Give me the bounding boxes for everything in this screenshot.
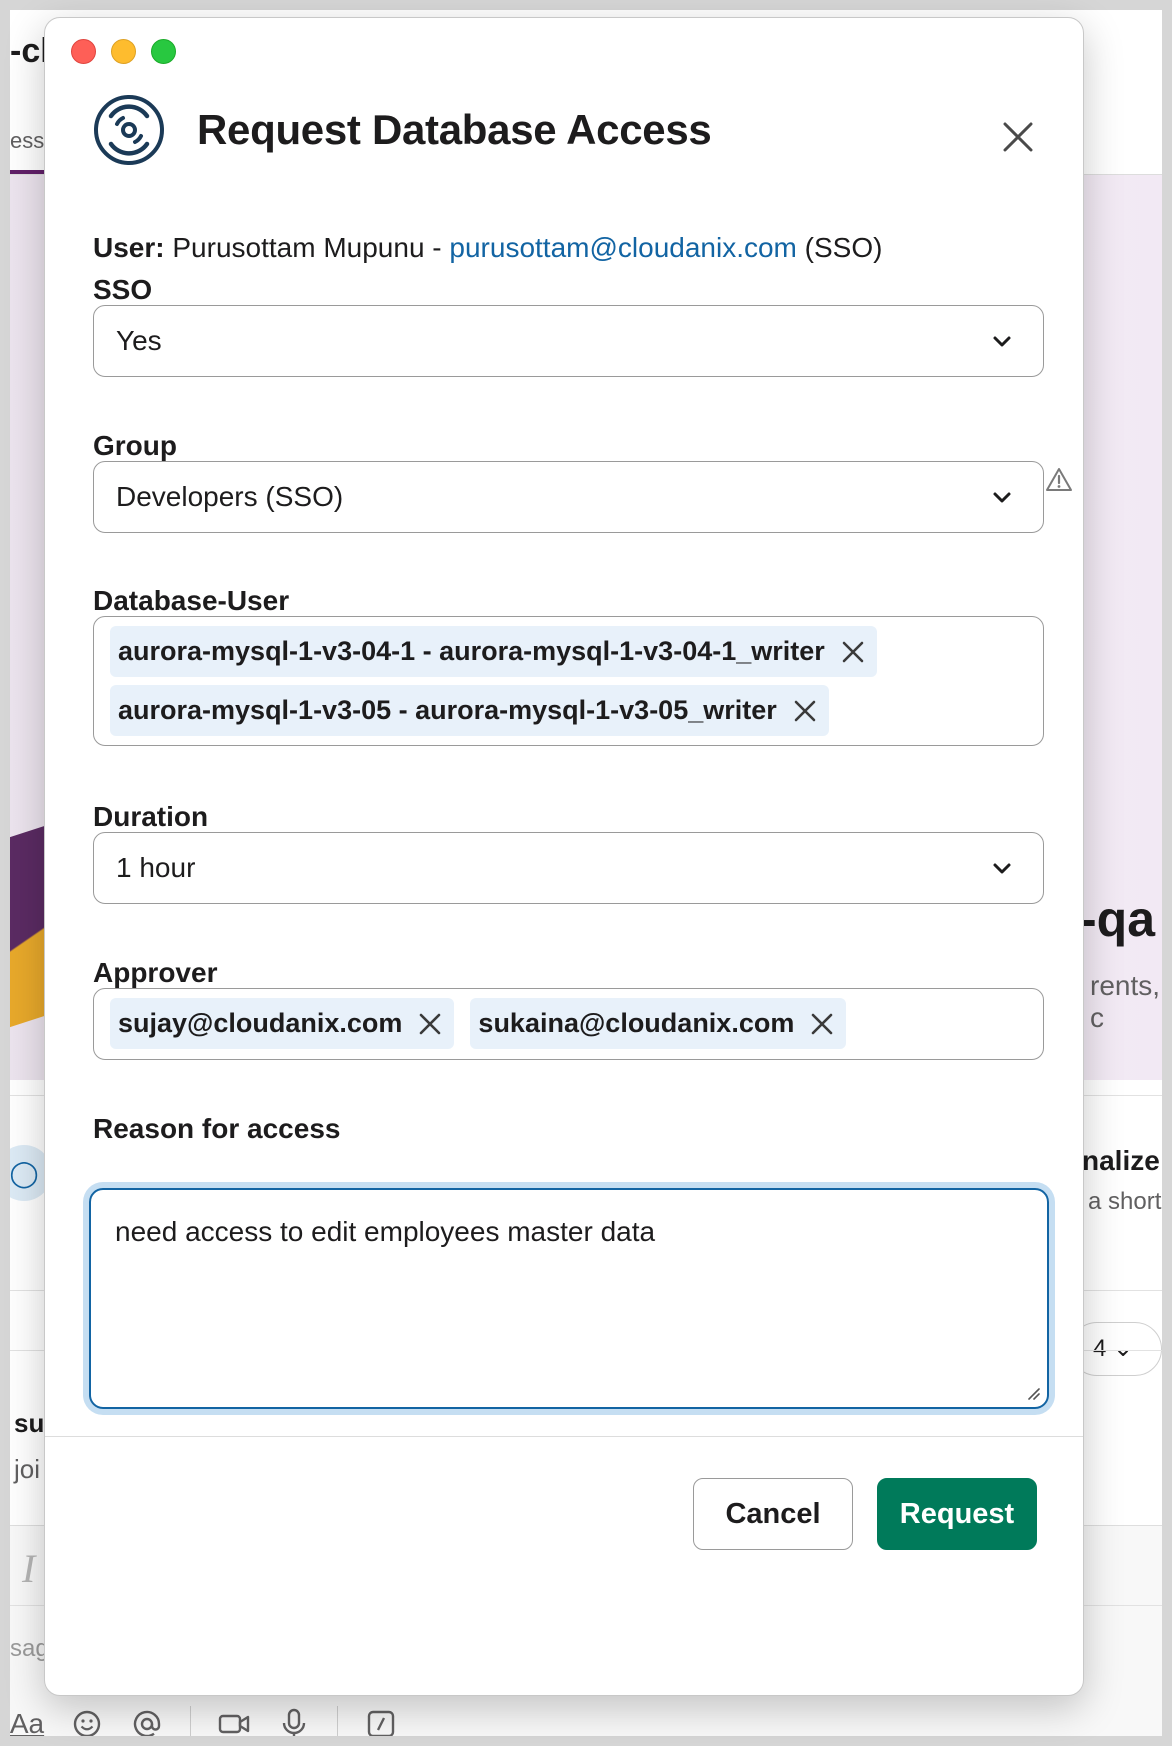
duration-selected-value: 1 hour (116, 852, 196, 883)
selected-chip: aurora-mysql-1-v3-05 - aurora-mysql-1-v3… (110, 685, 829, 736)
request-button[interactable]: Request (877, 1478, 1037, 1550)
selected-chip: sukaina@cloudanix.com (470, 998, 847, 1049)
channel-heading: -qa (1080, 891, 1155, 947)
close-modal-button[interactable] (993, 112, 1043, 162)
user-info: User: Purusottam Mupunu - purusottam@clo… (93, 232, 882, 264)
sso-label: SSO (93, 274, 153, 305)
duration-label: Duration (93, 801, 209, 832)
video-icon[interactable] (217, 1707, 251, 1736)
request-access-modal: Request Database Access User: Purusottam… (44, 17, 1084, 1696)
sso-select[interactable]: Yes (93, 305, 1044, 377)
remove-chip-button[interactable] (808, 1010, 836, 1038)
group-select[interactable]: Developers (SSO) (93, 461, 1044, 533)
chip-label: aurora-mysql-1-v3-04-1 - aurora-mysql-1-… (118, 636, 825, 666)
modal-title: Request Database Access (197, 106, 712, 153)
chevron-down-icon (993, 492, 1011, 503)
sso-selected-value: Yes (116, 325, 162, 356)
window-zoom-button[interactable] (151, 39, 176, 64)
personalize-heading: nalize (1082, 1145, 1160, 1176)
database-user-multiselect[interactable]: aurora-mysql-1-v3-04-1 - aurora-mysql-1-… (93, 616, 1044, 746)
italic-format-icon[interactable]: I (22, 1545, 35, 1592)
close-icon (812, 1013, 833, 1034)
user-email-link[interactable]: purusottam@cloudanix.com (449, 232, 796, 263)
message-text: joi (14, 1454, 41, 1484)
chevron-down-icon (993, 863, 1011, 874)
shortcut-icon[interactable] (364, 1707, 398, 1736)
selected-chip: sujay@cloudanix.com (110, 998, 455, 1049)
close-icon (420, 1013, 441, 1034)
reason-textarea-focus-ring: need access to edit employees master dat… (89, 1188, 1049, 1409)
user-name: Purusottam Mupunu - (172, 232, 442, 263)
close-icon (794, 700, 816, 721)
database-user-label: Database-User (93, 585, 290, 616)
window-controls (71, 39, 176, 64)
duration-select[interactable]: 1 hour (93, 832, 1044, 904)
footer-divider (45, 1436, 1083, 1437)
reason-textarea[interactable]: need access to edit employees master dat… (89, 1188, 1049, 1409)
remove-chip-button[interactable] (839, 638, 867, 666)
chip-label: sujay@cloudanix.com (118, 1008, 403, 1038)
close-icon (1003, 122, 1033, 152)
chip-label: sukaina@cloudanix.com (478, 1008, 795, 1038)
toolbar-separator (337, 1706, 338, 1736)
window-close-button[interactable] (71, 39, 96, 64)
modal-header: Request Database Access (93, 94, 712, 166)
warning-icon (1046, 468, 1072, 491)
microphone-icon[interactable] (277, 1707, 311, 1736)
selected-chip: aurora-mysql-1-v3-04-1 - aurora-mysql-1-… (110, 626, 877, 677)
member-count: 4 (1093, 1335, 1107, 1362)
message-sender: su (14, 1408, 45, 1438)
close-icon (842, 641, 864, 662)
chevron-down-icon (993, 336, 1011, 347)
remove-chip-button[interactable] (791, 697, 819, 725)
toolbar-separator (190, 1706, 191, 1736)
format-text-label: Aa (10, 1708, 45, 1736)
resize-handle-icon[interactable] (1023, 1383, 1041, 1401)
group-selected-value: Developers (SSO) (116, 481, 344, 512)
remove-chip-button[interactable] (416, 1010, 444, 1038)
personalize-subtext: a short (1088, 1188, 1162, 1215)
approver-multiselect[interactable]: sujay@cloudanix.com sukaina@cloudanix.co… (93, 988, 1044, 1060)
chip-label: aurora-mysql-1-v3-05 - aurora-mysql-1-v3… (118, 695, 777, 725)
approver-label: Approver (93, 957, 218, 988)
emoji-icon[interactable] (70, 1707, 104, 1736)
reason-label: Reason for access (93, 1113, 341, 1144)
reason-text: need access to edit employees master dat… (115, 1216, 656, 1247)
composer-toolbar: Aa (10, 1706, 398, 1736)
user-auth-type: (SSO) (804, 232, 883, 263)
window-minimize-button[interactable] (111, 39, 136, 64)
app-logo-icon (94, 95, 164, 165)
cancel-button[interactable]: Cancel (693, 1478, 853, 1550)
format-text-button[interactable]: Aa (10, 1707, 44, 1736)
message-input[interactable]: sag (10, 1635, 49, 1663)
user-label: User: (93, 232, 165, 263)
group-label: Group (93, 430, 177, 461)
mention-icon[interactable] (130, 1707, 164, 1736)
channel-subtext: rents, c (1090, 970, 1161, 1033)
